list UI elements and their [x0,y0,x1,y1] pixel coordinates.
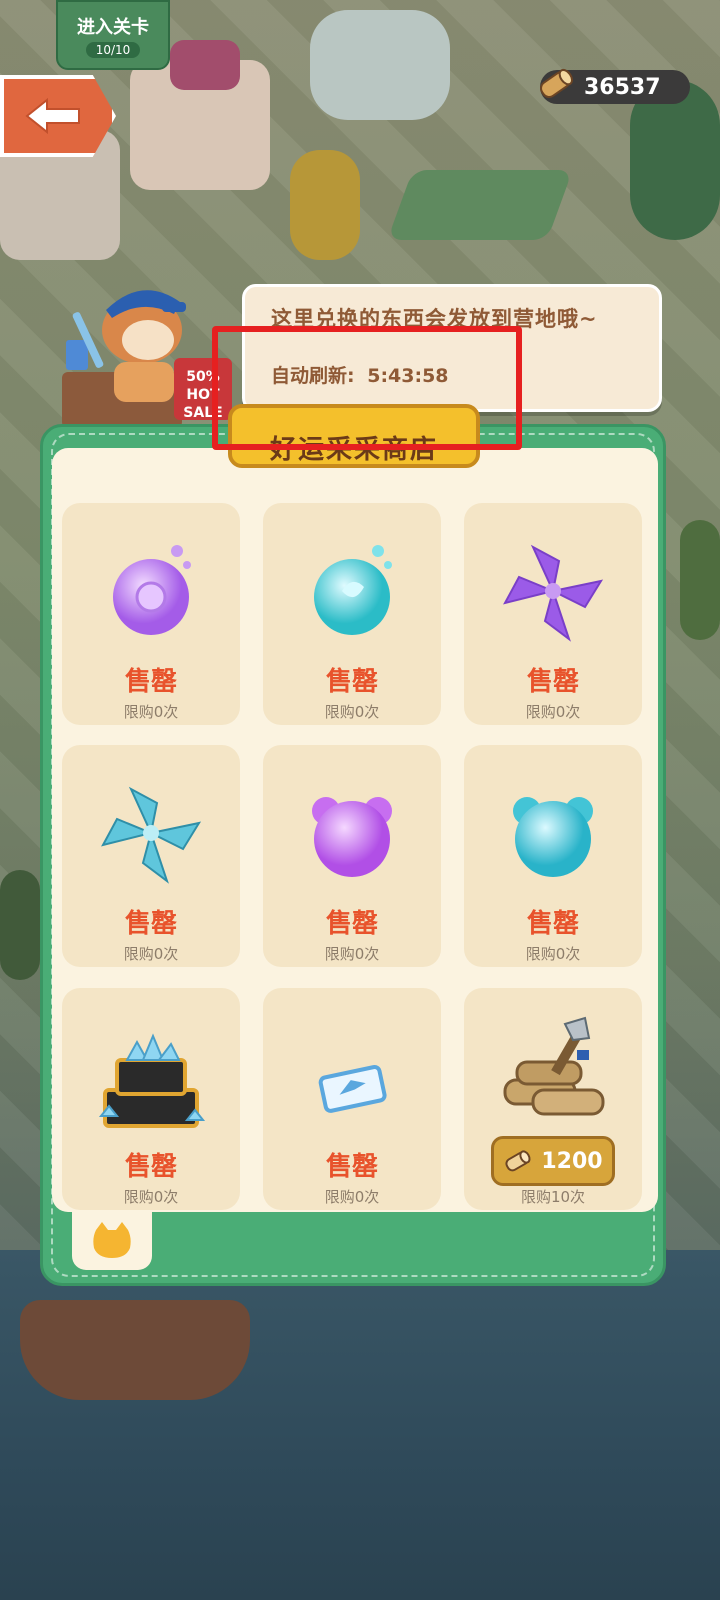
enter-level-button[interactable]: 进入关卡 10/10 [56,0,170,70]
purchase-limit: 限购0次 [123,703,179,721]
shop-item-9[interactable]: 1200 限购10次 [464,988,642,1210]
camper-van [310,10,450,120]
log-wood-icon [540,68,573,98]
shop-item-5[interactable]: 售罄 限购0次 [263,745,441,967]
shop-item-7[interactable]: 售罄 限购0次 [62,988,240,1210]
sold-out-label: 售罄 [124,667,177,697]
purchase-limit: 限购0次 [123,945,179,963]
garden-bed [387,170,573,240]
arrow-left-icon [25,97,80,135]
cyan-leaf-orb-icon [314,545,392,635]
cyan-bear-bubble-icon [513,797,593,877]
purchase-limit: 限购0次 [525,703,581,721]
wood-currency-counter: 36537 [540,68,690,104]
sold-out-label: 售罄 [325,909,378,939]
wood-logs-axe-icon [503,1016,605,1116]
purchase-limit: 限购0次 [525,945,581,963]
cat-chair [290,150,360,260]
purple-pinwheel-icon [503,544,604,642]
purple-rose-orb-icon [113,545,191,635]
log-wood-icon [505,1150,531,1172]
sold-out-label: 售罄 [124,1152,177,1182]
cyan-pinwheel-icon [101,786,202,884]
shop-item-1[interactable]: 售罄 限购0次 [62,503,240,725]
purchase-limit: 限购0次 [324,703,380,721]
shop-item-8[interactable]: 售罄 限购0次 [263,988,441,1210]
sold-out-label: 售罄 [526,667,579,697]
bush-left [0,870,40,980]
shop-item-2[interactable]: 售罄 限购0次 [263,503,441,725]
level-progress: 10/10 [85,41,141,58]
diamond-chest-icon [98,1033,206,1128]
pirate-boat [20,1300,250,1400]
ticket-icon [318,1064,387,1113]
cat-head-icon [93,1222,131,1258]
shop-category-tab[interactable] [72,1210,152,1270]
shop-item-4[interactable]: 售罄 限购0次 [62,745,240,967]
purchase-limit: 限购0次 [123,1188,179,1206]
buy-button[interactable]: 1200 [491,1136,615,1186]
sold-out-label: 售罄 [325,667,378,697]
purchase-limit: 限购10次 [520,1188,586,1206]
back-button[interactable] [0,75,116,157]
sold-out-label: 售罄 [124,909,177,939]
enter-level-label: 进入关卡 [77,16,149,38]
purple-bear-bubble-icon [312,797,392,877]
sold-out-label: 售罄 [526,909,579,939]
shop-item-3[interactable]: 售罄 限购0次 [464,503,642,725]
wood-count: 36537 [584,74,661,100]
christmas-tree [630,80,720,240]
refresh-timer-highlight [212,326,522,450]
dessert-house-roof [170,40,240,90]
bush-right [680,520,720,640]
sold-out-label: 售罄 [325,1152,378,1182]
price-value: 1200 [541,1148,603,1174]
purchase-limit: 限购0次 [324,1188,380,1206]
purchase-limit: 限购0次 [324,945,380,963]
shop-item-6[interactable]: 售罄 限购0次 [464,745,642,967]
